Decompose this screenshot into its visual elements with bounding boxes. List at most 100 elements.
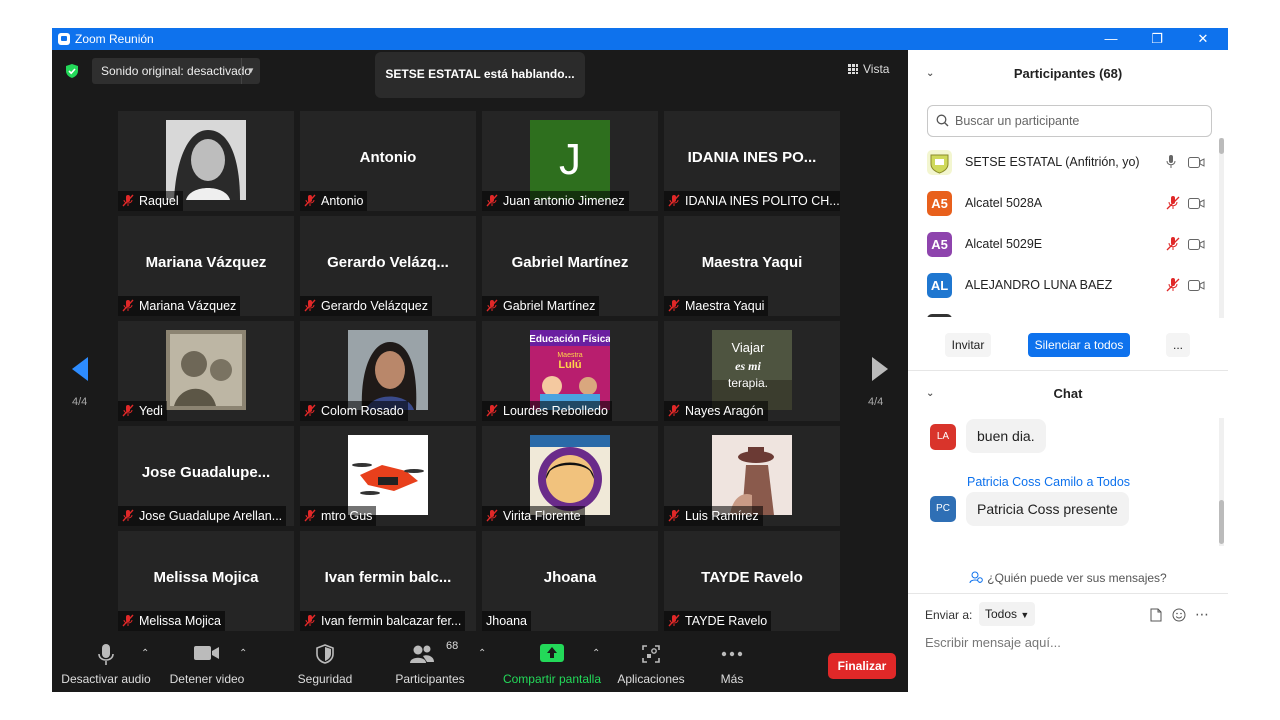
video-tile[interactable]: Yedi [118,321,294,421]
video-options-caret-icon[interactable]: ⌃ [239,648,247,659]
restore-button[interactable]: ❐ [1134,28,1180,50]
muted-mic-icon[interactable] [1166,237,1180,251]
participant-name: Antonio [321,194,364,208]
mute-audio-button[interactable]: Desactivar audio [60,636,152,692]
chevron-down-icon: ▼ [1020,610,1030,620]
participant-nametag: Jhoana [482,611,532,631]
encryption-shield-icon[interactable] [64,63,80,79]
window-title: Zoom Reunión [75,32,154,46]
stop-video-label: Detener video [169,672,245,686]
send-to-dropdown[interactable]: Todos ▼ [979,602,1036,626]
participants-caret-icon[interactable]: ⌃ [478,648,486,659]
chat-sender[interactable]: Patricia Coss Camilo a Todos [967,475,1130,489]
meeting-area: Sonido original: desactivado ▼ SETSE EST… [52,50,908,692]
video-tile[interactable]: Maestra Yaqui Maestra Yaqui [664,216,840,316]
video-tile[interactable]: Mariana Vázquez Mariana Vázquez [118,216,294,316]
chat-header: ⌄ Chat [908,386,1228,408]
host-avatar [927,150,952,175]
muted-mic-icon[interactable] [1166,196,1180,210]
muted-mic-icon [486,299,498,312]
who-can-see-messages[interactable]: ¿Quién puede ver sus mensajes? [908,571,1228,585]
participant-search-input[interactable]: Buscar un participante [927,105,1212,137]
mute-audio-label: Desactivar audio [61,672,151,686]
video-tile[interactable]: mtro Gus [300,426,476,526]
scrollbar-thumb[interactable] [1219,138,1224,154]
minimize-button[interactable]: — [1088,28,1134,50]
audio-options-caret-icon[interactable]: ⌃ [141,648,149,659]
invite-button[interactable]: Invitar [945,333,991,357]
more-dots-icon[interactable]: ⋯ [1195,606,1209,623]
security-button[interactable]: Seguridad [290,636,360,692]
participant-row[interactable] [908,306,1220,317]
participant-row[interactable]: SETSE ESTATAL (Anfitrión, yo) [908,142,1220,183]
next-page-arrow-icon[interactable] [870,356,890,382]
video-tile[interactable]: Melissa Mojica Melissa Mojica [118,531,294,631]
more-button[interactable]: Más [706,636,758,692]
chat-message-input[interactable]: Escribir mensaje aquí... [925,635,1061,650]
video-tile[interactable]: IDANIA INES PO... IDANIA INES POLITO CH.… [664,111,840,211]
video-tile[interactable]: Jose Guadalupe... Jose Guadalupe Arellan… [118,426,294,526]
participant-row[interactable]: AL ALEJANDRO LUNA BAEZ [908,265,1220,306]
participant-nametag: Maestra Yaqui [664,296,769,316]
participants-button[interactable]: 68 Participantes [388,636,472,692]
video-tile[interactable]: Luis Ramírez [664,426,840,526]
video-tile[interactable]: Jhoana Jhoana [482,531,658,631]
share-options-caret-icon[interactable]: ⌃ [592,648,600,659]
view-label: Vista [863,62,890,76]
muted-mic-icon [668,404,680,417]
video-tile[interactable]: TAYDE Ravelo TAYDE Ravelo [664,531,840,631]
muted-mic-icon [304,299,316,312]
participant-display-name: Jhoana [543,569,597,586]
participant-list-scrollbar[interactable] [1219,138,1224,318]
share-screen-icon [540,644,564,662]
participant-name: Luis Ramírez [685,509,759,523]
muted-mic-icon[interactable] [1166,278,1180,292]
participant-name: Nayes Aragón [685,404,764,418]
microphone-icon[interactable] [1166,155,1176,169]
file-icon[interactable] [1150,608,1162,622]
share-screen-label: Compartir pantalla [502,672,602,686]
participant-row[interactable]: A5 Alcatel 5028A [908,183,1220,224]
mute-all-button[interactable]: Silenciar a todos [1028,333,1130,357]
view-button[interactable]: Vista [848,62,889,76]
muted-mic-icon [668,194,680,207]
participant-photo: Educación Física Maestra Lulú [530,330,610,410]
participants-more-button[interactable]: ... [1166,333,1190,357]
chat-scrollbar[interactable] [1219,418,1224,546]
video-tile[interactable]: Viajar es mi terapia. Nayes Aragón [664,321,840,421]
video-tile[interactable]: Educación Física Maestra Lulú Lourdes Re… [482,321,658,421]
video-tile[interactable]: Antonio Antonio [300,111,476,211]
apps-button[interactable]: Aplicaciones [614,636,688,692]
close-button[interactable]: ✕ [1180,28,1226,50]
share-screen-button[interactable]: Compartir pantalla [500,636,604,692]
scrollbar-thumb[interactable] [1219,500,1224,544]
participant-row[interactable]: A5 Alcatel 5029E [908,224,1220,265]
chat-avatar: LA [930,424,956,450]
chevron-down-icon[interactable]: ▼ [241,58,260,84]
video-camera-icon[interactable] [1188,239,1205,250]
video-camera-icon[interactable] [1188,198,1205,209]
participant-display-name: IDANIA INES PO... [687,149,817,166]
collapse-chevron-icon[interactable]: ⌄ [926,68,934,79]
participant-avatar [927,314,952,317]
video-tile[interactable]: Ivan fermin balc... Ivan fermin balcazar… [300,531,476,631]
participant-nametag: mtro Gus [300,506,377,526]
emoji-icon[interactable] [1172,608,1186,622]
participant-nametag: TAYDE Ravelo [664,611,772,631]
video-tile[interactable]: Virita Florente [482,426,658,526]
participant-name: Gabriel Martínez [503,299,596,313]
video-tile[interactable]: J Juan antonio Jimenez [482,111,658,211]
video-tile[interactable]: Gerardo Velázq... Gerardo Velázquez [300,216,476,316]
video-tile[interactable]: Gabriel Martínez Gabriel Martínez [482,216,658,316]
chat-avatar: PC [930,496,956,522]
video-tile[interactable]: Raquel [118,111,294,211]
participant-name: mtro Gus [321,509,373,523]
video-camera-icon[interactable] [1188,157,1205,168]
stop-video-button[interactable]: Detener video [164,636,250,692]
video-camera-icon[interactable] [1188,280,1205,291]
original-sound-button[interactable]: Sonido original: desactivado ▼ [92,58,260,84]
end-meeting-button[interactable]: Finalizar [828,653,896,679]
collapse-chevron-icon[interactable]: ⌄ [926,388,934,399]
video-tile[interactable]: Colom Rosado [300,321,476,421]
previous-page-arrow-icon[interactable] [70,356,90,382]
